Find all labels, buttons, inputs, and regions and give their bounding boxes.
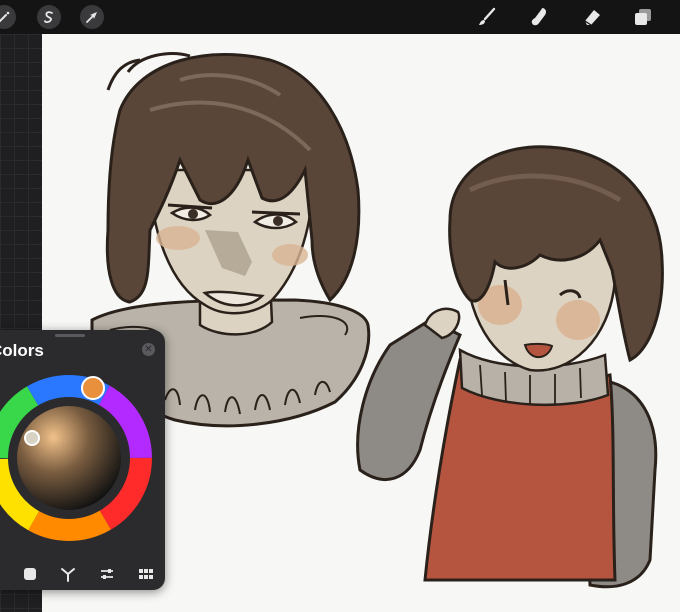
transform-button[interactable] [80,5,104,29]
hue-handle[interactable] [81,376,105,400]
top-toolbar [0,0,680,34]
selection-s-icon [44,11,53,24]
panel-grip[interactable] [55,334,85,337]
close-icon: ✕ [144,344,153,355]
sliders-icon [101,569,113,579]
panel-title: Colors [0,341,44,360]
tab-disc[interactable] [20,564,40,584]
palette-grid-icon [139,569,153,579]
adjustments-button[interactable] [0,5,16,29]
saturation-disc[interactable] [17,406,121,510]
eraser-tool[interactable] [581,6,603,28]
arrow-cursor-icon [86,12,97,23]
smudge-tool[interactable] [528,6,550,28]
brush-icon [479,7,496,25]
color-wheel[interactable] [0,370,161,550]
tab-palettes[interactable] [136,564,156,584]
eraser-icon [584,10,600,26]
tab-harmony[interactable] [58,564,78,584]
close-button[interactable]: ✕ [142,343,155,356]
disc-mode-icon [24,568,36,580]
harmony-icon [61,568,75,582]
tab-value[interactable] [97,564,117,584]
color-mode-tabs [0,562,165,586]
magic-wand-icon [0,11,10,23]
brush-tool[interactable] [476,6,498,28]
layers-button[interactable] [632,6,654,28]
smudge-finger-icon [531,8,547,26]
layers-icon [635,9,651,25]
color-picker-handle[interactable] [24,430,40,446]
selection-button[interactable] [37,5,61,29]
colors-panel[interactable]: Colors ✕ [0,330,165,590]
